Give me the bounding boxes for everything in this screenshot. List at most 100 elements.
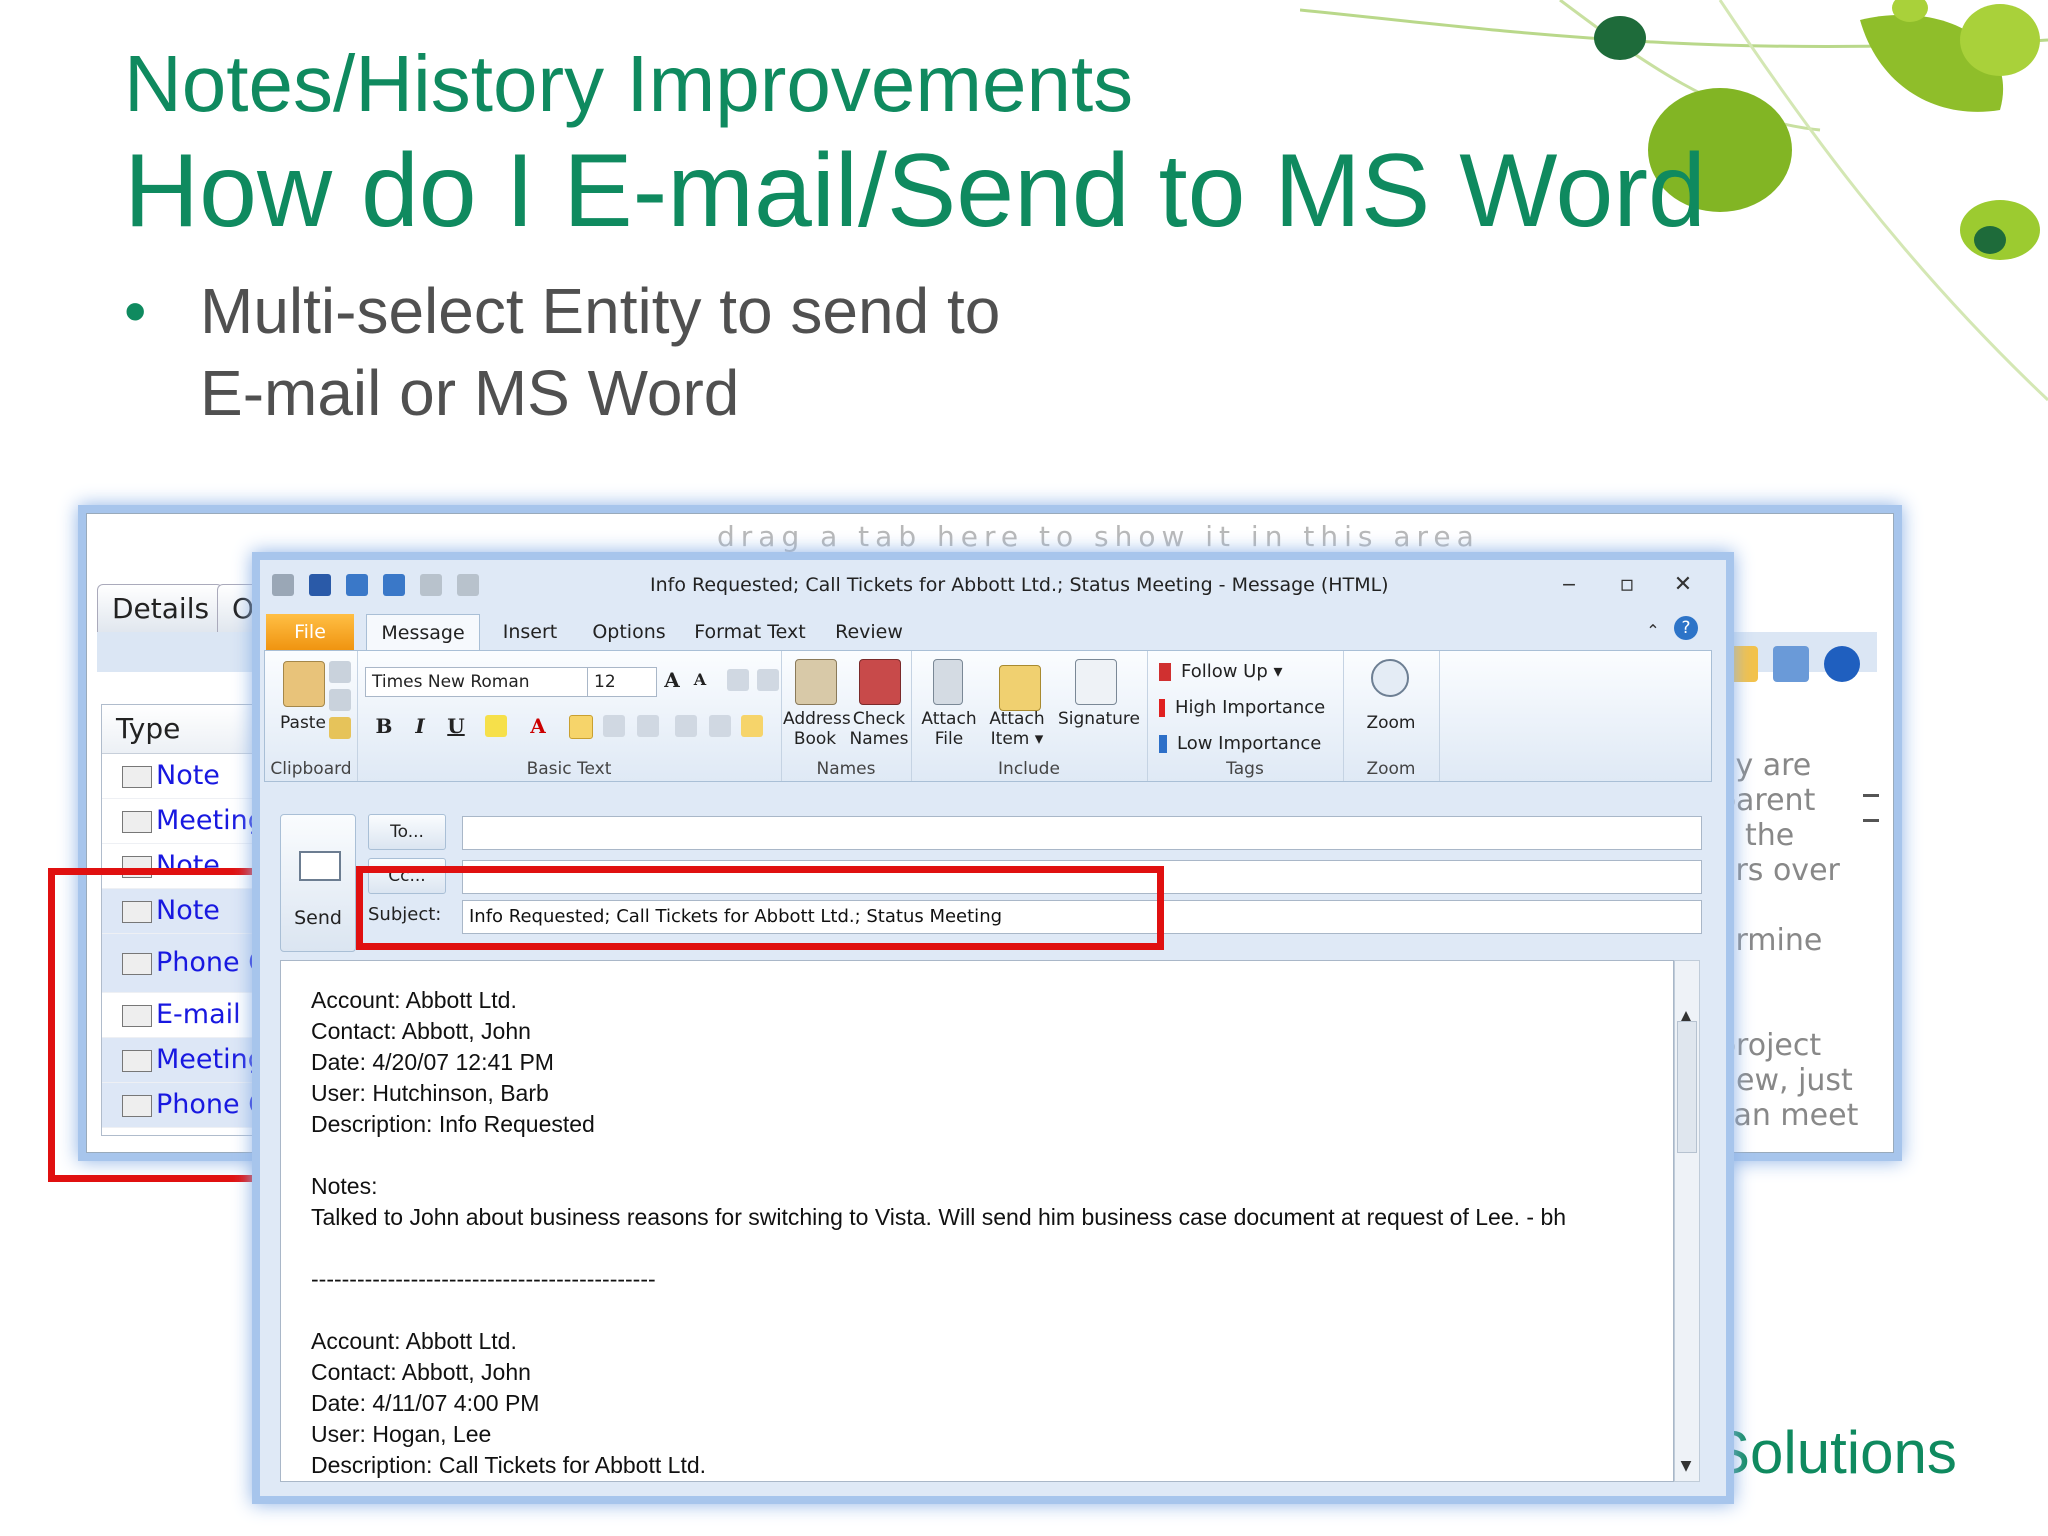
bullet-icon: • (124, 275, 147, 347)
font-name-select[interactable]: Times New Roman (365, 667, 589, 697)
partial-text: ers over (1717, 853, 1840, 888)
check-names-button[interactable]: Check Names (847, 709, 911, 749)
note-icon (122, 765, 152, 788)
bold-icon[interactable]: B (371, 713, 397, 739)
grow-font-icon[interactable]: A (659, 667, 685, 693)
clipboard-group: Paste Clipboard (265, 651, 358, 781)
zoom-group: Zoom Zoom (1343, 651, 1440, 781)
calendar-icon[interactable] (1773, 646, 1810, 682)
message-window: Info Requested; Call Tickets for Abbott … (252, 552, 1734, 1504)
splitter-grip[interactable] (1863, 794, 1879, 822)
underline-icon[interactable]: U (443, 713, 469, 739)
body-line: User: Hutchinson, Barb (311, 1080, 549, 1106)
send-button[interactable]: Send (280, 814, 356, 952)
names-group: Address Book Check Names Names (781, 651, 912, 781)
body-line: Notes: (311, 1173, 378, 1199)
slide-title: Notes/History Improvements (124, 39, 1134, 128)
tab-file[interactable]: File (266, 614, 354, 650)
signature-icon[interactable] (1075, 659, 1117, 705)
outlook-icon (272, 574, 294, 596)
message-body-text: Account: Abbott Ltd. Contact: Abbott, Joh… (311, 985, 1651, 1481)
save-icon[interactable] (309, 574, 332, 596)
align-center-icon[interactable] (603, 715, 625, 737)
check-names-icon[interactable] (859, 659, 901, 705)
high-importance-button[interactable]: High Importance (1159, 697, 1325, 718)
scroll-down-icon[interactable]: ▼ (1677, 1457, 1695, 1475)
shrink-font-icon[interactable]: A (687, 667, 713, 693)
zoom-button[interactable]: Zoom (1343, 713, 1439, 733)
message-body[interactable]: Account: Abbott Ltd. Contact: Abbott, Joh… (280, 960, 1674, 1482)
body-line: Date: 4/20/07 12:41 PM (311, 1049, 554, 1075)
ltr-icon[interactable] (741, 715, 763, 737)
to-button[interactable]: To... (368, 814, 446, 850)
collapse-ribbon-icon[interactable]: ⌃ (1640, 618, 1666, 644)
vertical-scrollbar[interactable]: ▲ ▼ (1674, 960, 1700, 1482)
attach-item-button[interactable]: Attach Item ▾ (985, 709, 1049, 749)
magnifier-icon[interactable] (1371, 659, 1409, 697)
group-label: Include (998, 759, 1060, 779)
body-line: Description: Call Tickets for Abbott Ltd… (311, 1452, 707, 1478)
group-label: Basic Text (526, 759, 612, 779)
tab-review[interactable]: Review (826, 614, 912, 650)
tab-details[interactable]: Details (97, 584, 223, 633)
tab-options[interactable]: Options (584, 614, 674, 650)
align-right-icon[interactable] (637, 715, 659, 737)
bullets-icon[interactable] (727, 669, 749, 691)
align-left-icon[interactable] (569, 715, 593, 739)
low-importance-button[interactable]: Low Importance (1159, 733, 1321, 754)
list-item[interactable]: Meeting (102, 799, 262, 844)
paperclip-icon[interactable] (933, 659, 963, 705)
help-icon[interactable] (1824, 646, 1861, 682)
font-color-icon[interactable]: A (525, 713, 551, 739)
signature-button[interactable]: Signature (1057, 709, 1141, 729)
italic-icon[interactable]: I (407, 713, 433, 739)
maximize-button[interactable]: ▫ (1614, 572, 1640, 598)
close-button[interactable]: ✕ (1670, 572, 1696, 598)
title-bar: Info Requested; Call Tickets for Abbott … (260, 560, 1726, 612)
decrease-indent-icon[interactable] (675, 715, 697, 737)
undo-icon[interactable] (346, 574, 369, 596)
copy-icon[interactable] (329, 689, 351, 711)
redo-icon[interactable] (383, 574, 406, 596)
body-line: Account: Abbott Ltd. (311, 987, 517, 1013)
include-group: Attach File Attach Item ▾ Signature Includ… (911, 651, 1148, 781)
highlight-box-subject (356, 866, 1164, 950)
body-line (311, 1140, 1651, 1171)
paste-icon[interactable] (283, 661, 325, 707)
tab-insert[interactable]: Insert (492, 614, 568, 650)
tab-message[interactable]: Message (366, 614, 480, 651)
scroll-thumb[interactable] (1677, 1021, 1697, 1153)
address-book-icon[interactable] (795, 659, 837, 705)
attach-file-button[interactable]: Attach File (917, 709, 981, 749)
attach-item-icon[interactable] (999, 665, 1041, 711)
ribbon: Paste Clipboard Times New Roman 12 A A B… (264, 650, 1712, 782)
partial-text: can meet (1717, 1098, 1859, 1133)
follow-up-button[interactable]: Follow Up ▾ (1159, 661, 1283, 682)
basic-text-group: Times New Roman 12 A A B I U A Basic Tex… (357, 651, 782, 781)
paste-button[interactable]: Paste (273, 713, 333, 733)
format-painter-icon[interactable] (329, 717, 351, 739)
bullet-text: Multi-select Entity to send to E-mail or … (200, 275, 1001, 429)
highlight-icon[interactable] (485, 715, 507, 737)
group-label: Zoom (1366, 759, 1416, 779)
cut-icon[interactable] (329, 661, 351, 683)
address-book-button[interactable]: Address Book (783, 709, 851, 749)
minimize-button[interactable]: ‒ (1556, 572, 1582, 598)
column-header-type[interactable]: Type (102, 705, 262, 754)
numbering-icon[interactable] (757, 669, 779, 691)
help-icon[interactable]: ? (1674, 616, 1698, 640)
increase-indent-icon[interactable] (709, 715, 731, 737)
to-field[interactable] (462, 816, 1702, 850)
font-size-select[interactable]: 12 (587, 667, 657, 697)
down-arrow-icon[interactable] (457, 574, 480, 596)
up-arrow-icon[interactable] (420, 574, 443, 596)
group-label: Clipboard (270, 759, 352, 779)
body-line: Contact: Abbott, John (311, 1359, 531, 1385)
tab-format-text[interactable]: Format Text (690, 614, 810, 650)
list-item[interactable]: Note (102, 754, 262, 799)
toolbar-icons (1722, 646, 1870, 686)
body-line: ----------------------------------------… (311, 1266, 656, 1292)
brand-text: Solutions (1710, 1419, 1957, 1486)
partial-text: new, just (1717, 1063, 1853, 1098)
ribbon-tabs: File Message Insert Options Format Text … (260, 612, 1726, 651)
